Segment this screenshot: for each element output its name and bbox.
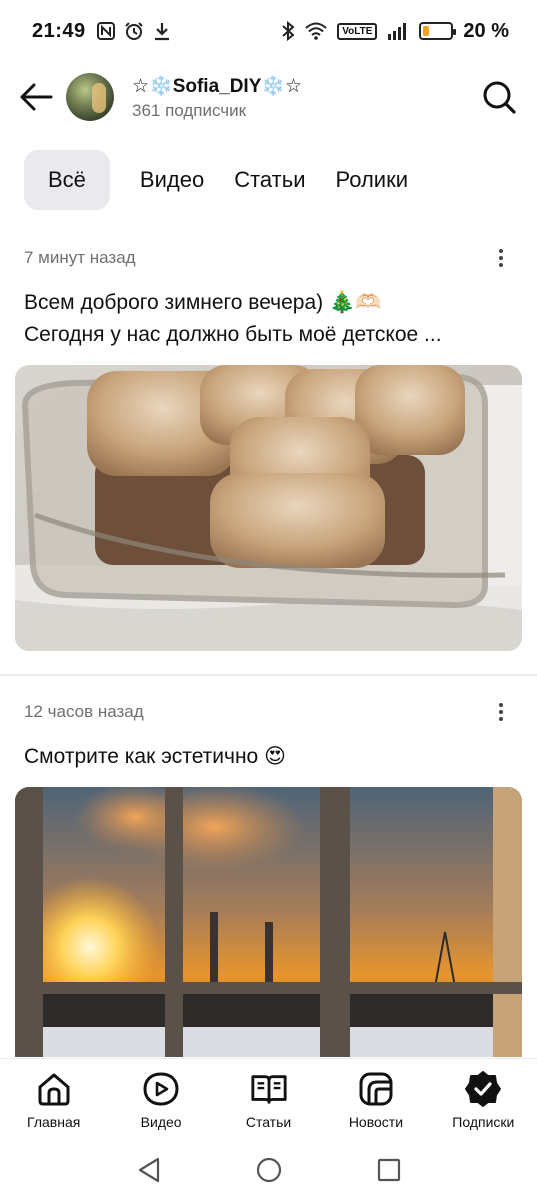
video-icon (142, 1070, 180, 1108)
post-time: 7 минут назад (24, 248, 136, 267)
battery-icon (419, 22, 457, 40)
more-options-button[interactable] (489, 243, 513, 273)
search-icon (483, 81, 516, 114)
feed-post[interactable]: 12 часов назад Смотрите как эстетично 😍 (0, 697, 537, 1057)
system-home-button[interactable] (254, 1155, 284, 1185)
nav-video[interactable]: Видео (107, 1059, 214, 1140)
post-meta: 12 часов назад (0, 697, 537, 727)
post-text-line: Смотрите как эстетично 😍 (24, 745, 286, 768)
nav-label: Статьи (245, 1113, 292, 1130)
subscriber-count: 361 подписчик (132, 100, 247, 120)
content-tabs: Всё Видео Статьи Ролики (24, 150, 408, 210)
nav-label: Главная (27, 1113, 81, 1130)
sunset-window-image (15, 787, 522, 1057)
news-icon (357, 1070, 395, 1108)
battery-level (423, 26, 429, 36)
triangle-back-icon (138, 1157, 159, 1183)
post-image-sunset[interactable] (15, 787, 522, 1057)
tab-articles[interactable]: Статьи (234, 150, 305, 210)
nfc-icon (96, 22, 115, 40)
square-recents-icon (377, 1158, 400, 1182)
battery-percent: 20 % (463, 19, 509, 42)
volte-badge: VoLTE (337, 22, 378, 40)
download-icon (154, 23, 169, 41)
post-meta: 7 минут назад (0, 243, 537, 273)
back-button[interactable] (16, 77, 56, 117)
status-bar: 21:49 VoLTE 20 % (0, 0, 537, 62)
nav-subscriptions[interactable]: Подписки (430, 1059, 537, 1140)
status-right-icons: VoLTE 20 % (281, 20, 509, 43)
nav-label: Новости (348, 1113, 404, 1130)
tab-video[interactable]: Видео (140, 150, 204, 210)
circle-home-icon (256, 1157, 281, 1183)
nav-label: Подписки (452, 1113, 515, 1130)
system-navigation-bar (0, 1140, 537, 1200)
bottom-navigation: Главная Видео Статьи Новости Подписки (0, 1058, 537, 1140)
search-button[interactable] (477, 75, 521, 119)
tab-all[interactable]: Всё (24, 150, 110, 210)
feed-post[interactable]: 7 минут назад Всем доброго зимнего вечер… (0, 243, 537, 651)
post-text-line: Всем доброго зимнего вечера) 🎄🫶🏻 (24, 291, 382, 314)
arrow-left-icon (20, 83, 53, 111)
status-time: 21:49 (32, 19, 86, 42)
nav-home[interactable]: Главная (0, 1059, 107, 1140)
channel-header: ☆❄️Sofia_DIY❄️☆ 361 подписчик (0, 62, 537, 132)
marshmallow-dish-image (15, 365, 522, 651)
system-back-button[interactable] (134, 1155, 164, 1185)
wifi-icon (305, 22, 327, 40)
signal-icon (388, 23, 407, 40)
tab-shorts[interactable]: Ролики (336, 150, 409, 210)
channel-info[interactable]: ☆❄️Sofia_DIY❄️☆ 361 подписчик (132, 74, 302, 121)
nav-news[interactable]: Новости (322, 1059, 429, 1140)
post-divider (0, 674, 537, 676)
bluetooth-icon (282, 21, 295, 41)
alarm-icon (124, 22, 143, 40)
post-text[interactable]: Смотрите как эстетично 😍 (0, 741, 537, 773)
post-text-line: Сегодня у нас должно быть моё детское ..… (24, 323, 442, 346)
post-text[interactable]: Всем доброго зимнего вечера) 🎄🫶🏻 Сегодня… (0, 287, 537, 351)
channel-avatar[interactable] (66, 73, 114, 121)
home-icon (35, 1070, 73, 1108)
subscriptions-icon (464, 1070, 502, 1108)
post-time: 12 часов назад (24, 702, 144, 721)
channel-name: ☆❄️Sofia_DIY❄️☆ (132, 75, 303, 97)
nav-label: Видео (140, 1113, 182, 1130)
nav-articles[interactable]: Статьи (215, 1059, 322, 1140)
system-recents-button[interactable] (374, 1155, 404, 1185)
more-options-button[interactable] (489, 697, 513, 727)
articles-icon (250, 1070, 288, 1108)
post-image-marshmallow[interactable] (15, 365, 522, 651)
status-notification-icons (96, 21, 172, 41)
